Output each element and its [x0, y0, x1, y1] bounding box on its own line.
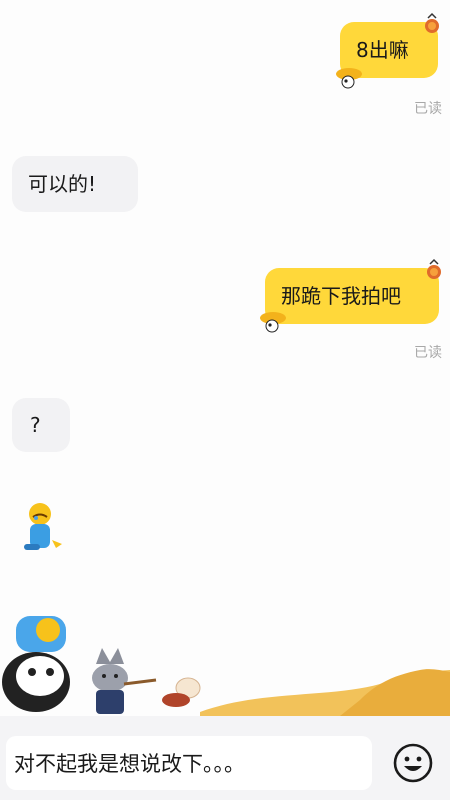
message-bubble-incoming[interactable]: ? [12, 398, 70, 452]
panda-wolf-banner-illustration [2, 616, 450, 716]
kneeling-crying-character-sticker[interactable] [16, 500, 72, 556]
message-text: 那跪下我拍吧 [281, 284, 401, 308]
duck-hat-icon [260, 312, 286, 333]
read-status: 已读 [414, 345, 442, 361]
message-input-bar: 对不起我是想说改下。。。 [0, 716, 450, 800]
message-text: 可以的! [28, 172, 97, 196]
message-input-text: 对不起我是想说改下。。。 [14, 752, 245, 776]
bubble-decoration-icon [427, 258, 441, 279]
duck-hat-icon [336, 68, 362, 89]
message-text: 8出嘛 [356, 38, 409, 62]
message-bubble-incoming[interactable]: 可以的! [12, 156, 138, 212]
read-status: 已读 [414, 101, 442, 117]
message-input[interactable]: 对不起我是想说改下。。。 [6, 736, 372, 790]
chat-area: 8出嘛 已读 可以的! 那跪下我拍吧 已读 ? [0, 0, 450, 716]
smiley-icon[interactable] [392, 742, 434, 784]
message-text: ? [30, 413, 41, 437]
bubble-decoration-icon [425, 12, 439, 33]
message-bubble-outgoing[interactable]: 那跪下我拍吧 [265, 268, 439, 324]
